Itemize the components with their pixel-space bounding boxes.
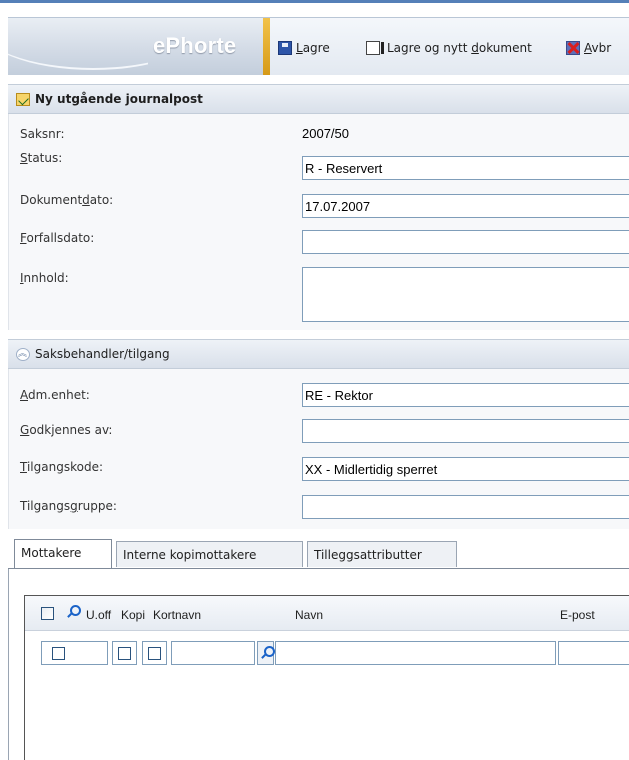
tab-divider <box>8 568 629 569</box>
col-uoff-header: U.off <box>86 608 112 622</box>
forfallsdato-label: Forfallsdato: <box>20 231 95 245</box>
tab-interne-kopimottakere[interactable]: Interne kopimottakere <box>116 541 303 567</box>
tilgangsgruppe-label: Tilgangsgruppe: <box>20 499 117 513</box>
status-field[interactable]: R - Reservert <box>302 156 629 180</box>
access-form: Adm.enhet: RE - Rektor Godkjennes av: Ti… <box>8 369 629 529</box>
navn-input[interactable] <box>275 641 556 665</box>
innhold-label: Innhold: <box>20 271 69 285</box>
forfallsdato-field[interactable] <box>302 230 629 254</box>
status-label: Status: <box>20 151 63 165</box>
app-logo-text: ePhorte <box>153 33 237 58</box>
col-kortnavn-header: Kortnavn <box>153 608 202 622</box>
epost-input[interactable] <box>558 641 629 665</box>
godkjennes-label: Godkjennes av: <box>20 423 113 437</box>
adm-enhet-field[interactable]: RE - Rektor <box>302 383 629 407</box>
saksnr-value: 2007/50 <box>302 126 349 141</box>
save-and-new-label: Lagre og nytt dokument <box>387 41 532 55</box>
journal-post-icon <box>16 92 30 106</box>
logo-swoosh <box>8 18 148 75</box>
saksnr-label: Saksnr: <box>20 127 65 141</box>
cancel-button[interactable]: Avbr <box>566 39 611 57</box>
row-select-checkbox[interactable] <box>52 647 65 660</box>
access-panel-title: Saksbehandler/tilgang <box>35 347 170 361</box>
collapse-icon[interactable] <box>16 346 30 361</box>
godkjennes-field[interactable] <box>302 419 629 443</box>
uoff-checkbox[interactable] <box>118 647 131 660</box>
select-all-checkbox[interactable] <box>41 607 54 620</box>
innhold-textarea[interactable] <box>302 267 629 322</box>
tilgangskode-label: Tilgangskode: <box>20 460 103 474</box>
col-epost-header: E-post <box>560 608 595 622</box>
grid-header: U.off Kopi Kortnavn Navn E-post <box>25 596 629 631</box>
row-select-cell <box>41 641 108 665</box>
floppy-disk-icon <box>278 41 292 55</box>
header-bar: ePhorte Lagre Lagre og nytt dokument Avb… <box>0 3 629 76</box>
search-icon[interactable] <box>65 605 81 619</box>
tilgangskode-field[interactable]: XX - Midlertidig sperret <box>302 457 629 481</box>
col-navn-header: Navn <box>295 608 324 622</box>
dokumentdato-label: Dokumentdato: <box>20 193 114 207</box>
kopi-cell <box>142 641 167 665</box>
cancel-label: Avbr <box>584 41 612 55</box>
access-panel-header[interactable]: Saksbehandler/tilgang <box>8 339 629 369</box>
new-document-icon <box>366 41 384 55</box>
dokumentdato-field[interactable]: 17.07.2007 <box>302 194 629 218</box>
app-logo: ePhorte <box>8 17 270 75</box>
uoff-cell <box>112 641 137 665</box>
journal-panel-header: Ny utgående journalpost <box>8 84 629 114</box>
cancel-icon <box>566 41 580 55</box>
col-kopi-header: Kopi <box>121 608 146 622</box>
tilgangsgruppe-field[interactable] <box>302 495 629 519</box>
save-label: Lagre <box>296 41 330 55</box>
logo-stripe <box>263 18 270 75</box>
tab-mottakere[interactable]: Mottakere <box>14 539 112 568</box>
recipients-grid: U.off Kopi Kortnavn Navn E-post <box>24 595 629 760</box>
tab-panel-border <box>8 569 9 760</box>
tab-tilleggsattributter[interactable]: Tilleggsattributter <box>307 541 457 567</box>
kopi-checkbox[interactable] <box>148 647 161 660</box>
save-and-new-document-button[interactable]: Lagre og nytt dokument <box>366 39 532 57</box>
kortnavn-input[interactable] <box>171 641 255 665</box>
journal-form: Saksnr: 2007/50 Status: R - Reservert Do… <box>8 114 629 330</box>
adm-enhet-label: Adm.enhet: <box>20 388 90 402</box>
lookup-icon <box>259 646 275 660</box>
kortnavn-lookup-button[interactable] <box>257 641 275 665</box>
toolbar: Lagre Lagre og nytt dokument Avbr <box>270 17 629 75</box>
save-button[interactable]: Lagre <box>278 39 330 57</box>
journal-panel-title: Ny utgående journalpost <box>35 92 203 106</box>
